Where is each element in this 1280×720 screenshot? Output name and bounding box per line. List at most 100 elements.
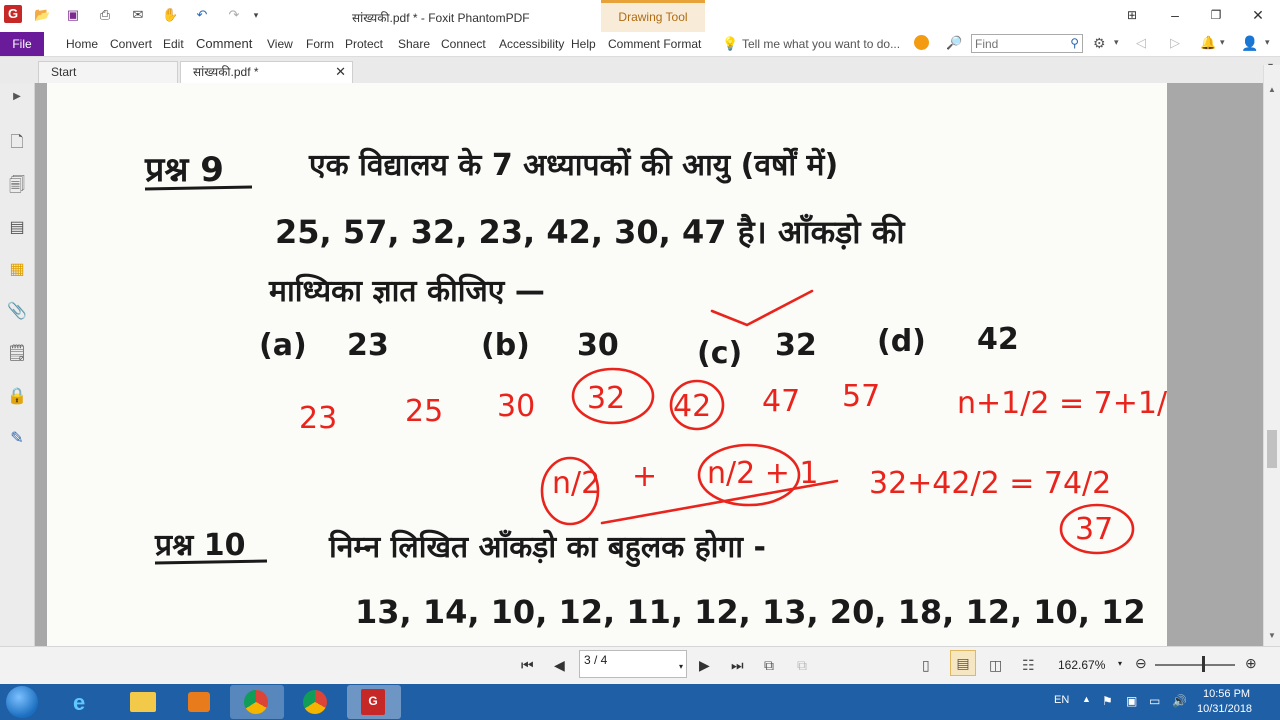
smiley-feedback-icon[interactable] <box>914 35 929 50</box>
single-page-icon[interactable]: ▯ <box>922 657 930 674</box>
option-b-key: (b) <box>481 328 530 363</box>
tools-icon[interactable]: ✎ <box>7 429 27 449</box>
chrome-canary-icon[interactable] <box>289 685 343 719</box>
expand-panel-icon[interactable]: ▶ <box>7 87 27 107</box>
file-menu[interactable]: File <box>0 32 44 56</box>
signature-panel-icon[interactable]: 🗒 <box>7 344 27 364</box>
sorted-value-1: 23 <box>299 401 337 436</box>
page-thumbnails-icon[interactable]: 🗋 <box>7 133 27 153</box>
search-icon[interactable]: ⚲ <box>1070 36 1079 50</box>
page-number-field[interactable]: 3 / 4 ▾ <box>579 650 687 678</box>
user-account-icon[interactable]: 👤 <box>1241 35 1258 52</box>
search-folder-icon[interactable]: 🔎 <box>946 35 962 51</box>
zoom-in-icon[interactable]: ⊕ <box>1245 655 1257 672</box>
chrome-logo-icon <box>244 690 268 714</box>
print-icon[interactable]: ⎙ <box>97 7 113 23</box>
previous-page-icon[interactable]: ◀ <box>554 657 565 674</box>
formula-3: 32+42/2 = 74/2 <box>869 466 1111 501</box>
chrome-icon[interactable] <box>230 685 284 719</box>
next-view-icon[interactable]: ▷ <box>1170 35 1180 51</box>
prev-view-icon[interactable]: ◁ <box>1136 35 1146 51</box>
page-dropdown-icon[interactable]: ▾ <box>679 662 683 671</box>
menu-convert[interactable]: Convert <box>110 37 152 51</box>
continuous-page-icon[interactable]: ▤ <box>950 650 976 676</box>
menu-accessibility[interactable]: Accessibility <box>499 37 564 51</box>
redo-icon[interactable]: ↷ <box>226 7 242 23</box>
customize-toolbar-icon[interactable]: ▾ <box>248 7 264 23</box>
start-button-icon[interactable] <box>6 686 38 718</box>
foxit-taskbar-icon[interactable]: G <box>347 685 401 719</box>
find-input[interactable] <box>975 36 1063 51</box>
menu-help[interactable]: Help <box>571 37 596 51</box>
scrollbar-thumb[interactable] <box>1267 430 1277 468</box>
network-icon[interactable]: ▣ <box>1126 694 1137 708</box>
save-icon[interactable]: ▣ <box>65 7 81 23</box>
facing-pages-icon[interactable]: ◫ <box>989 657 1002 674</box>
internet-explorer-icon[interactable]: e <box>57 685 111 719</box>
windows-taskbar: e G EN ▲ ⚑ ▣ ▭ 🔊 10:56 PM 10/31/2018 <box>0 684 1280 720</box>
ribbon-display-icon[interactable]: ⊞ <box>1121 4 1143 26</box>
volume-icon[interactable]: 🔊 <box>1172 694 1187 708</box>
scroll-down-icon[interactable]: ▼ <box>1268 631 1276 640</box>
foxit-logo-icon[interactable]: G <box>4 5 22 23</box>
language-indicator[interactable]: EN <box>1054 694 1069 706</box>
notification-bell-icon[interactable]: 🔔 <box>1200 35 1216 51</box>
open-folder-icon[interactable]: 📂 <box>34 7 50 23</box>
drawing-tool-context-tab[interactable]: Drawing Tool <box>601 0 705 32</box>
next-view-icon[interactable]: ⧉ <box>797 657 807 674</box>
tab-start[interactable]: Start <box>38 61 178 83</box>
close-tab-icon[interactable]: ✕ <box>335 62 346 82</box>
zoom-slider-track[interactable] <box>1155 664 1235 666</box>
zoom-slider-thumb[interactable] <box>1202 656 1205 672</box>
bookmarks-icon[interactable]: ▤ <box>7 218 27 238</box>
previous-view-icon[interactable]: ⧉ <box>764 657 774 674</box>
menu-form[interactable]: Form <box>306 37 334 51</box>
continuous-facing-icon[interactable]: ☷ <box>1022 657 1035 674</box>
media-player-icon[interactable] <box>173 685 227 719</box>
zoom-out-icon[interactable]: ⊖ <box>1135 655 1147 672</box>
notification-dropdown-icon[interactable]: ▾ <box>1220 37 1225 48</box>
q10-label-underline <box>154 559 268 565</box>
close-window-button[interactable]: ✕ <box>1247 4 1269 26</box>
scroll-up-icon[interactable]: ▲ <box>1268 85 1276 94</box>
email-icon[interactable]: ✉ <box>130 7 146 23</box>
settings-dropdown-icon[interactable]: ▾ <box>1114 37 1119 48</box>
clock-date[interactable]: 10/31/2018 <box>1197 703 1252 715</box>
clock-time[interactable]: 10:56 PM <box>1203 688 1250 700</box>
tell-me-search[interactable]: Tell me what you want to do... <box>742 35 932 53</box>
tab-label: Start <box>51 65 77 79</box>
vertical-scrollbar[interactable]: ▲ ▼ <box>1263 65 1280 646</box>
zoom-dropdown-icon[interactable]: ▾ <box>1118 659 1122 668</box>
hand-tool-icon[interactable]: ✋ <box>162 7 178 23</box>
settings-gear-icon[interactable]: ⚙ <box>1093 35 1106 52</box>
action-center-icon[interactable]: ⚑ <box>1102 694 1113 708</box>
next-page-icon[interactable]: ▶ <box>699 657 710 674</box>
document-viewport[interactable]: प्रश्न 9 एक विद्यालय के 7 अध्यापकों की आ… <box>35 83 1263 646</box>
undo-icon[interactable]: ↶ <box>194 7 210 23</box>
attachments-icon[interactable]: 📎 <box>7 302 27 322</box>
chrome-logo-icon <box>303 690 327 714</box>
formula-2-left: n/2 <box>552 466 600 501</box>
comments-icon[interactable]: ▦ <box>7 260 27 280</box>
restore-button[interactable]: ❐ <box>1205 4 1227 26</box>
menu-connect[interactable]: Connect <box>441 37 486 51</box>
menu-comment-format[interactable]: Comment Format <box>608 37 701 51</box>
menu-protect[interactable]: Protect <box>345 37 383 51</box>
minimize-button[interactable]: – <box>1164 4 1186 26</box>
last-page-icon[interactable]: ⏭ <box>731 657 744 674</box>
menu-edit[interactable]: Edit <box>163 37 184 51</box>
menu-view[interactable]: View <box>267 37 293 51</box>
security-lock-icon[interactable]: 🔒 <box>7 387 27 407</box>
pdf-page[interactable]: प्रश्न 9 एक विद्यालय के 7 अध्यापकों की आ… <box>47 83 1167 646</box>
menu-share[interactable]: Share <box>398 37 430 51</box>
layers-icon[interactable]: 🗐 <box>7 176 27 196</box>
account-dropdown-icon[interactable]: ▾ <box>1265 37 1270 48</box>
zoom-level[interactable]: 162.67% <box>1058 658 1105 672</box>
tab-document[interactable]: सांख्यकी.pdf * ✕ <box>180 61 353 83</box>
menu-home[interactable]: Home <box>66 37 98 51</box>
tray-expand-icon[interactable]: ▲ <box>1082 694 1091 704</box>
first-page-icon[interactable]: ⏮ <box>521 657 534 674</box>
file-explorer-icon[interactable] <box>116 685 170 719</box>
power-icon[interactable]: ▭ <box>1149 694 1160 708</box>
menu-comment[interactable]: Comment <box>196 36 252 51</box>
